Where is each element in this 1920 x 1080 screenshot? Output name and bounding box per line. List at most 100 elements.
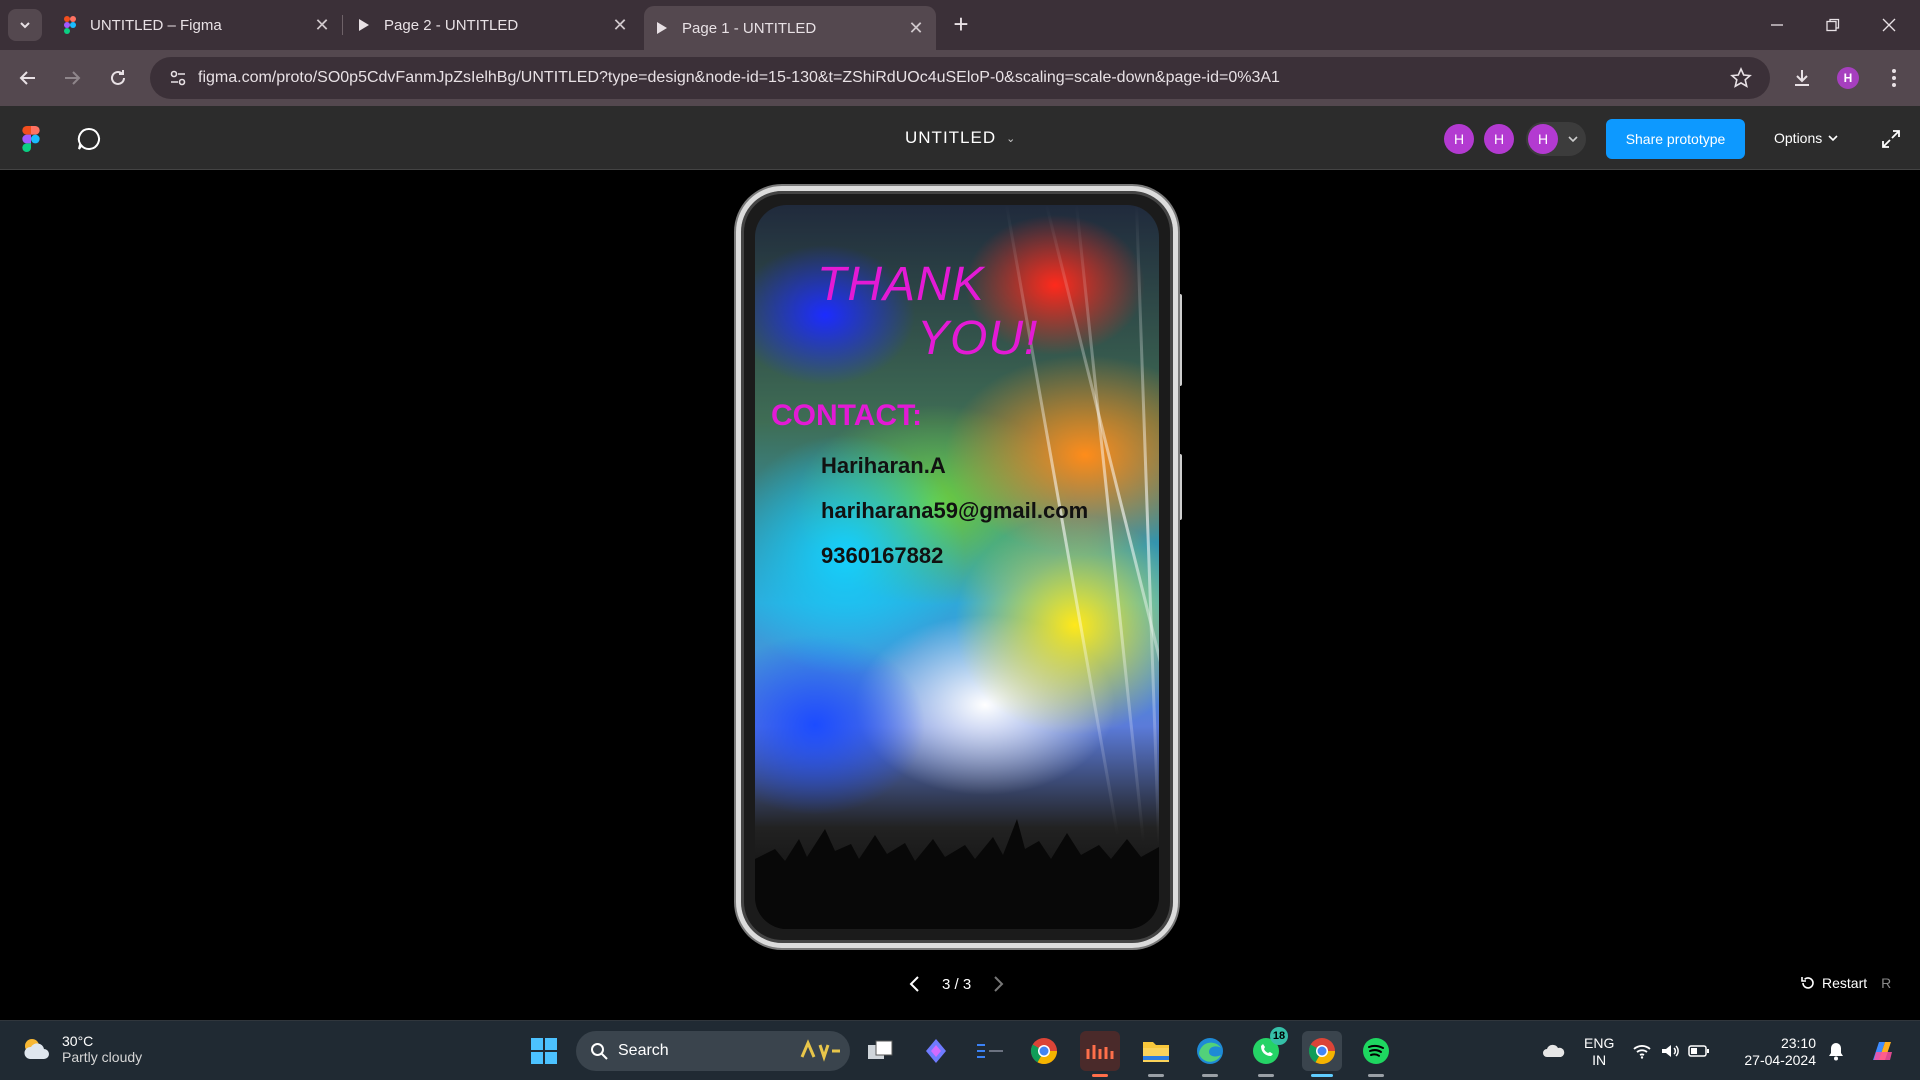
restart-icon xyxy=(1801,977,1814,989)
download-icon[interactable] xyxy=(1788,64,1816,92)
app-icon[interactable] xyxy=(1080,1031,1120,1077)
frame-counter: 3 / 3 xyxy=(942,975,972,993)
taskbar-search[interactable]: Search xyxy=(576,1031,850,1071)
spotify-icon[interactable] xyxy=(1356,1031,1396,1077)
clock-time: 23:10 xyxy=(1780,1035,1816,1051)
tab-search-button[interactable] xyxy=(8,9,42,41)
back-icon[interactable] xyxy=(14,64,42,92)
onedrive-icon[interactable] xyxy=(1534,1031,1574,1071)
chevron-down-icon xyxy=(20,22,30,29)
volume-icon xyxy=(1662,1045,1679,1057)
options-dropdown[interactable]: Options xyxy=(1774,130,1838,146)
avatar: H xyxy=(1528,124,1558,154)
task-view-icon[interactable] xyxy=(860,1031,900,1071)
weather-temp: 30°C xyxy=(62,1033,94,1049)
light-beam xyxy=(1135,205,1159,845)
contact-name: Hariharan.A xyxy=(821,453,946,478)
thank-heading: THANK xyxy=(817,258,985,311)
app-icon[interactable] xyxy=(970,1031,1010,1071)
contact-phone: 9360167882 xyxy=(821,543,944,568)
frame-pager: 3 / 3 xyxy=(904,974,1009,994)
file-title-menu[interactable]: UNTITLED ⌄ xyxy=(905,128,1016,148)
windows-taskbar: 30°C Partly cloudy Search 18 ENG IN 23:1… xyxy=(0,1020,1920,1080)
slide-screen[interactable]: THANK YOU! CONTACT: Hariharan.A harihara… xyxy=(755,205,1159,929)
avatar-group-dropdown[interactable]: H xyxy=(1526,122,1586,156)
browser-tabstrip: UNTITLED – Figma ✕ Page 2 - UNTITLED ✕ P… xyxy=(0,0,1920,50)
running-indicator xyxy=(1258,1074,1274,1077)
options-label: Options xyxy=(1774,130,1823,146)
avatar[interactable]: H xyxy=(1444,124,1474,154)
close-tab-icon[interactable]: ✕ xyxy=(906,18,926,38)
close-tab-icon[interactable]: ✕ xyxy=(610,15,630,35)
close-tab-icon[interactable]: ✕ xyxy=(312,15,332,35)
new-tab-button[interactable]: + xyxy=(948,11,974,38)
copilot-icon[interactable] xyxy=(916,1031,956,1071)
restore-icon[interactable] xyxy=(1820,12,1846,38)
running-indicator xyxy=(1092,1074,1108,1077)
more-menu-icon[interactable] xyxy=(1880,64,1908,92)
running-indicator xyxy=(1311,1074,1333,1077)
restart-button[interactable]: Restart R xyxy=(1800,975,1891,991)
search-label: Search xyxy=(618,1042,669,1059)
chrome-profile-icon[interactable] xyxy=(1302,1031,1342,1077)
restart-label: Restart xyxy=(1822,975,1868,991)
quick-settings[interactable] xyxy=(1628,1031,1714,1071)
play-icon xyxy=(654,18,670,38)
avatar[interactable]: H xyxy=(1484,124,1514,154)
address-bar[interactable]: figma.com/proto/SO0p5CdvFanmJpZsIelhBg/U… xyxy=(150,57,1770,99)
notification-bell-icon[interactable] xyxy=(1822,1031,1850,1071)
file-explorer-icon[interactable] xyxy=(1136,1031,1176,1077)
forward-icon[interactable] xyxy=(58,64,86,92)
crowd-silhouette xyxy=(755,819,1159,929)
browser-toolbar: figma.com/proto/SO0p5CdvFanmJpZsIelhBg/U… xyxy=(0,50,1920,106)
weather-condition: Partly cloudy xyxy=(62,1049,143,1065)
search-icon xyxy=(591,1043,608,1060)
next-frame-icon[interactable] xyxy=(989,974,1009,994)
windows-logo-icon xyxy=(531,1038,557,1064)
chrome-icon[interactable] xyxy=(1024,1031,1064,1071)
tab-figma-file[interactable]: UNTITLED – Figma ✕ xyxy=(62,6,332,44)
running-indicator xyxy=(1368,1074,1384,1077)
whatsapp-icon[interactable]: 18 xyxy=(1246,1027,1288,1077)
running-indicator xyxy=(1148,1074,1164,1077)
language-indicator[interactable]: ENG IN xyxy=(1584,1035,1614,1069)
prototype-canvas: THANK YOU! CONTACT: Hariharan.A harihara… xyxy=(0,170,1920,1020)
tab-title: Page 1 - UNTITLED xyxy=(682,19,817,37)
file-title: UNTITLED xyxy=(905,128,997,147)
previous-frame-icon[interactable] xyxy=(904,974,924,994)
search-highlight-icon xyxy=(800,1039,840,1062)
tab-page-2[interactable]: Page 2 - UNTITLED ✕ xyxy=(356,6,630,44)
copilot-colorful-icon[interactable] xyxy=(1862,1031,1902,1071)
contact-label: CONTACT: xyxy=(771,399,923,432)
fullscreen-icon[interactable] xyxy=(1880,128,1902,150)
play-icon xyxy=(356,15,372,35)
tab-title: UNTITLED – Figma xyxy=(90,16,222,34)
you-heading: YOU! xyxy=(917,312,1039,365)
figma-prototype-toolbar: UNTITLED ⌄ H H H Share prototype Options xyxy=(0,106,1920,170)
chevron-down-icon xyxy=(1828,135,1838,142)
start-button[interactable] xyxy=(524,1031,564,1071)
tab-divider xyxy=(342,15,343,35)
clock[interactable]: 23:10 27-04-2024 xyxy=(1736,1035,1816,1069)
bookmark-star-icon[interactable] xyxy=(1730,67,1752,89)
battery-icon xyxy=(1688,1045,1709,1057)
restart-shortcut: R xyxy=(1881,975,1892,991)
notification-badge: 18 xyxy=(1270,1027,1288,1045)
site-settings-icon[interactable] xyxy=(158,58,198,98)
running-indicator xyxy=(1202,1074,1218,1077)
profile-button[interactable]: H xyxy=(1834,64,1862,92)
minimize-icon[interactable] xyxy=(1764,12,1790,38)
weather-widget[interactable]: 30°C Partly cloudy xyxy=(20,1033,142,1065)
comment-icon[interactable] xyxy=(76,126,102,152)
close-window-icon[interactable] xyxy=(1876,12,1902,38)
edge-icon[interactable] xyxy=(1190,1031,1230,1077)
wifi-icon xyxy=(1633,1045,1651,1059)
partly-cloudy-icon xyxy=(24,1039,49,1059)
figma-logo-icon[interactable] xyxy=(22,126,40,152)
phone-frame: THANK YOU! CONTACT: Hariharan.A harihara… xyxy=(736,186,1178,948)
tab-page-1[interactable]: Page 1 - UNTITLED ✕ xyxy=(644,6,936,50)
share-prototype-button[interactable]: Share prototype xyxy=(1606,119,1745,159)
clock-date: 27-04-2024 xyxy=(1744,1052,1816,1068)
figma-favicon-icon xyxy=(62,15,78,35)
reload-icon[interactable] xyxy=(104,64,132,92)
